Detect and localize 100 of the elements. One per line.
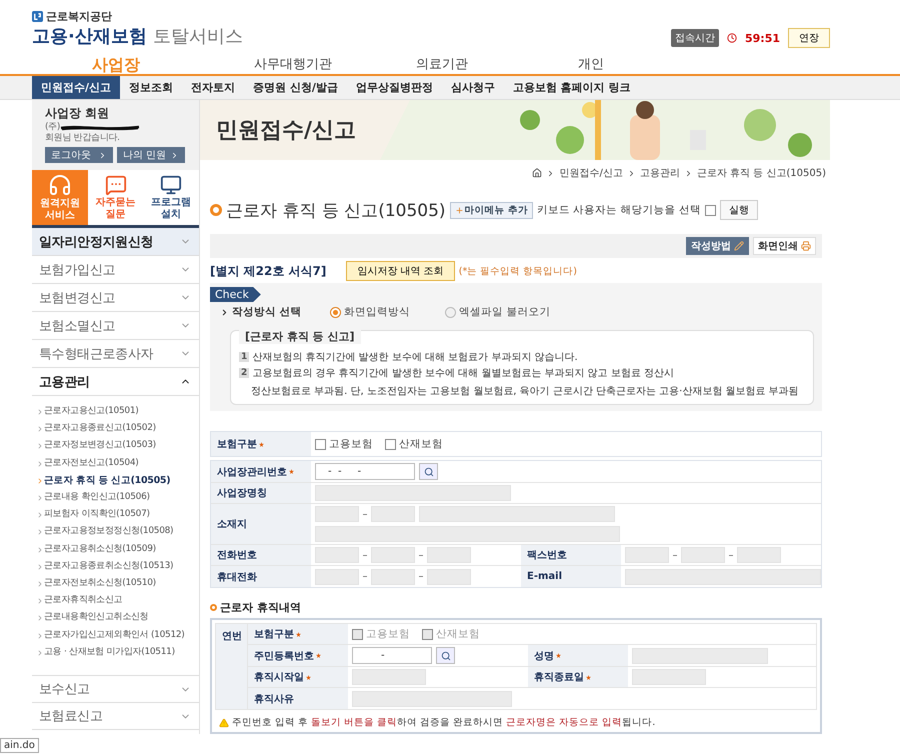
chevron-right-icon	[36, 408, 44, 416]
search-button[interactable]	[436, 647, 455, 664]
page-title: 근로자 휴직 등 신고(10505)	[226, 200, 446, 222]
required-note: (*는 필수입력 항목입니다)	[458, 264, 577, 278]
temp-save-button[interactable]: 임시저장 내역 조회	[346, 261, 455, 281]
submenu-item[interactable]: 근로자 휴직 등 신고(10505)	[36, 472, 197, 490]
input-field[interactable]	[371, 506, 415, 522]
user-title: 사업장 회원	[45, 105, 110, 122]
sub-nav-tab[interactable]: 전자토지	[182, 76, 244, 99]
submenu-item[interactable]: 근로자고용정보정정신청(10508)	[36, 523, 197, 541]
submenu-item[interactable]: 고용 · 산재보험 미가입자(10511)	[36, 644, 197, 662]
input-field[interactable]	[427, 547, 471, 563]
note-number: 1	[239, 352, 250, 362]
field-label: 휴직사유	[248, 688, 348, 709]
sub-nav-tab[interactable]: 정보조회	[120, 76, 182, 99]
user-button[interactable]: 로그아웃	[45, 147, 113, 163]
note-text: 산재보험의 휴직기간에 발생한 보수에 대해 보험료가 부과되지 않습니다.	[252, 351, 578, 364]
input-field[interactable]	[419, 506, 615, 522]
keyboard-checkbox[interactable]	[704, 204, 716, 216]
input-field[interactable]	[315, 568, 359, 584]
chevron-right-icon	[170, 150, 179, 160]
date-field[interactable]	[352, 669, 426, 685]
top-nav-tab[interactable]: 사무대행기관	[254, 52, 416, 74]
submenu-item[interactable]: 근로자고용취소신청(10509)	[36, 540, 197, 558]
submenu-item[interactable]: 근로자정보변경신고(10503)	[36, 437, 197, 455]
user-button[interactable]: 나의 민원	[117, 147, 185, 163]
top-nav-tab[interactable]: 개인	[578, 52, 740, 74]
field-label: 휴직시작일	[248, 667, 348, 687]
clock-icon	[726, 33, 737, 43]
input-field[interactable]	[315, 485, 511, 501]
service-subtitle: 토탈서비스	[152, 26, 243, 47]
top-nav-tab[interactable]: 의료기관	[416, 52, 578, 74]
chevron-right-icon	[98, 150, 107, 160]
tool-button[interactable]: 작성방법	[686, 237, 749, 255]
title-bullet-icon	[210, 204, 222, 216]
search-button[interactable]	[419, 463, 438, 480]
service-title: 고용·산재보험	[32, 26, 147, 47]
field-label: 휴직종료일	[528, 667, 628, 687]
search-icon	[440, 650, 450, 660]
warning-icon	[219, 718, 229, 728]
check-tag: Check	[210, 287, 261, 302]
checkbox-option[interactable]: 고용보험	[315, 437, 373, 451]
submenu-item[interactable]: 근로자고용종료신고(10502)	[36, 420, 197, 438]
date-field[interactable]	[632, 669, 706, 685]
input-field[interactable]	[315, 526, 620, 542]
select-field[interactable]	[352, 690, 512, 706]
submenu-item[interactable]: 피보험자 이직확인(10507)	[36, 506, 197, 524]
submenu-item[interactable]: 근로자고용신고(10501)	[36, 403, 197, 420]
field-label: 팩스번호	[521, 545, 621, 565]
extend-button[interactable]: 연장	[788, 28, 830, 48]
home-icon[interactable]	[532, 168, 542, 178]
input-field[interactable]	[681, 547, 725, 563]
submenu-item[interactable]: 근로자전보신고(10504)	[36, 454, 197, 472]
radio-option[interactable]: 화면입력방식	[330, 305, 445, 319]
breadcrumb-item[interactable]: 근로자 휴직 등 신고(10505)	[696, 166, 826, 180]
menu-item[interactable]: 일자리안정지원신청	[32, 228, 199, 256]
input-field[interactable]	[625, 568, 821, 584]
field-label: 주민등록번호	[248, 645, 348, 666]
input-field[interactable]	[737, 547, 781, 563]
input-field[interactable]	[632, 648, 768, 664]
notice-title: [근로자 휴직 등 신고]	[239, 329, 361, 344]
resident-number-field[interactable]: -	[352, 647, 432, 664]
checkbox-option[interactable]: 산재보험	[385, 437, 443, 451]
sub-nav-tab[interactable]: 증명원 신청/발급	[244, 76, 347, 99]
management-number-field[interactable]: - - -	[315, 463, 415, 480]
input-field[interactable]	[371, 547, 415, 563]
session-label: 접속시간	[670, 29, 719, 47]
radio-option[interactable]: 엑셀파일 불러오기	[445, 305, 560, 319]
sub-nav-tab[interactable]: 심사청구	[442, 76, 504, 99]
submenu-item[interactable]: 근로자고용종료취소신청(10513)	[36, 558, 197, 576]
breadcrumb-item[interactable]: 민원접수/신고	[559, 166, 623, 180]
submenu-item[interactable]: 근로내용 확인신고(10506)	[36, 489, 197, 506]
printer-icon	[801, 241, 811, 251]
breadcrumb-item[interactable]: 고용관리	[640, 166, 680, 180]
add-mymenu-button[interactable]: 마이메뉴 추가	[450, 202, 533, 218]
session-timer: 59:51	[744, 32, 780, 44]
plus-icon	[454, 206, 464, 214]
monitor-icon	[160, 174, 182, 196]
notice-text: 주민번호 입력 후 돌보기 버튼을 클릭하여 검증을 완료하시면 근로자명은 자동으로 입력됩니다.	[232, 716, 656, 729]
sub-nav-tab[interactable]: 고용보험 홈페이지 링크	[504, 76, 640, 99]
run-button[interactable]: 실행	[720, 200, 758, 220]
field-label: 전화번호	[211, 545, 311, 565]
keyboard-label: 키보드 사용자는 해당기능을 선택	[536, 203, 701, 217]
input-field[interactable]	[427, 568, 471, 584]
field-label: 휴대전화	[211, 566, 311, 587]
submenu-item[interactable]: 근로내용확인신고취소신청	[36, 609, 197, 627]
input-field[interactable]	[315, 547, 359, 563]
banner-title: 민원접수/신고	[215, 117, 356, 145]
sub-nav-tab[interactable]: 업무상질병판정	[346, 76, 442, 99]
column-header: 연번	[216, 624, 248, 709]
headset-icon	[48, 173, 72, 197]
input-field[interactable]	[371, 568, 415, 584]
tool-button[interactable]: 화면인쇄	[753, 237, 816, 255]
note-number: 2	[239, 368, 250, 378]
sub-nav-tab[interactable]: 민원접수/신고	[32, 76, 120, 99]
submenu-item[interactable]: 근로자전보취소신청(10510)	[36, 575, 197, 592]
input-field[interactable]	[315, 506, 359, 522]
input-field[interactable]	[625, 547, 669, 563]
submenu-item[interactable]: 근로자가입신고제외확인서 (10512)	[36, 626, 197, 644]
submenu-item[interactable]: 근로자휴직취소신고	[36, 592, 197, 610]
